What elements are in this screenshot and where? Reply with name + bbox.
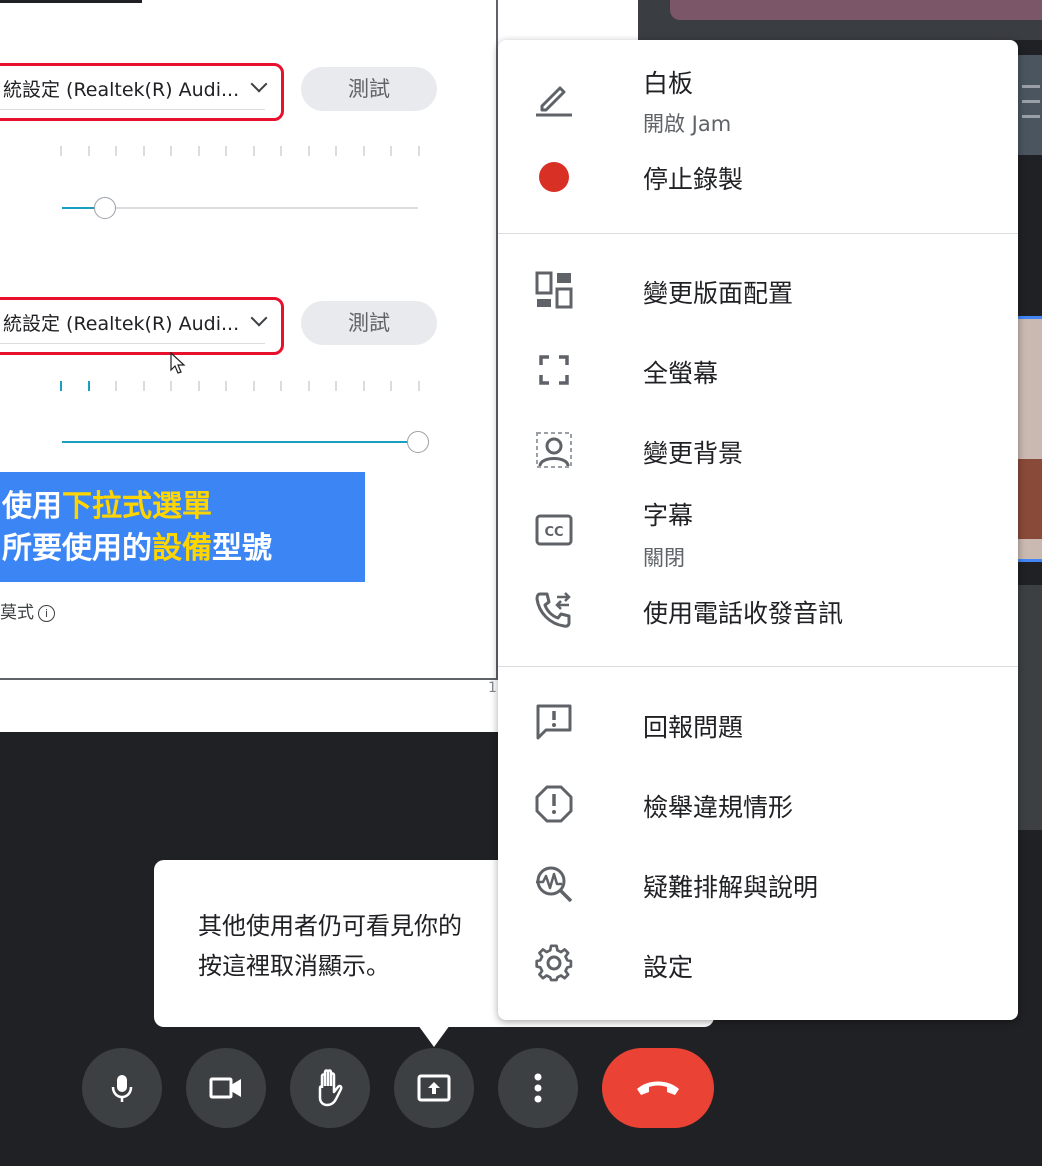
- menu-item-label: 檢舉違規情形: [643, 793, 794, 822]
- microphone-button[interactable]: [82, 1048, 162, 1128]
- participant-tile-top[interactable]: [638, 0, 1042, 40]
- banner-text: 使用: [2, 489, 62, 524]
- mode-label: 莫式 i: [0, 598, 55, 623]
- menu-item-report-abuse[interactable]: 檢舉違規情形: [498, 774, 1018, 836]
- microphone-icon: [111, 1075, 133, 1102]
- microphone-select-highlight: 統設定 (Realtek(R) Audi...: [0, 63, 284, 121]
- troubleshoot-icon: [534, 864, 574, 904]
- menu-item-change-background[interactable]: 變更背景: [498, 420, 1018, 482]
- svg-text:CC: CC: [544, 525, 563, 540]
- menu-item-report-problem[interactable]: 回報問題: [498, 694, 1018, 756]
- fullscreen-icon: [534, 350, 574, 390]
- window-top-bar: [0, 0, 142, 3]
- menu-item-sublabel: 開啟 Jam: [643, 112, 732, 136]
- menu-item-label: 變更背景: [643, 439, 744, 468]
- microphone-select-value: 統設定 (Realtek(R) Audi...: [3, 79, 240, 101]
- banner-highlight: 設備: [152, 531, 212, 566]
- microphone-volume-slider[interactable]: [93, 197, 116, 219]
- speaker-test-button[interactable]: 測試: [301, 301, 437, 345]
- menu-item-phone-audio[interactable]: 使用電話收發音訊: [498, 584, 1018, 646]
- menu-item-stop-recording[interactable]: 停止錄製: [498, 152, 1018, 212]
- banner-text: 型號: [212, 531, 272, 566]
- menu-item-settings[interactable]: 設定: [498, 934, 1018, 996]
- microphone-select[interactable]: 統設定 (Realtek(R) Audi...: [0, 70, 265, 110]
- gear-icon: [534, 944, 574, 984]
- menu-item-label: 白板: [643, 69, 694, 98]
- menu-item-whiteboard[interactable]: 白板 開啟 Jam: [498, 58, 1018, 148]
- tooltip-line: 其他使用者仍可看見你的: [198, 912, 462, 940]
- leave-call-button[interactable]: [602, 1048, 714, 1128]
- menu-item-label: 字幕: [643, 501, 694, 530]
- tooltip-arrow: [418, 1025, 450, 1047]
- info-icon[interactable]: i: [38, 605, 55, 622]
- tooltip-text: 其他使用者仍可看見你的 按這裡取消顯示。: [198, 906, 462, 986]
- mode-label-text: 莫式: [0, 603, 34, 623]
- speaker-select[interactable]: 統設定 (Realtek(R) Audi...: [0, 304, 265, 344]
- more-options-menu: 白板 開啟 Jam 停止錄製 變更版面配置 全螢幕 變更背景 CC 字幕 關閉 …: [498, 40, 1018, 1020]
- more-vert-icon: [534, 1073, 542, 1103]
- banner-text: 所要使用的: [2, 531, 152, 566]
- layout-icon: [534, 270, 574, 310]
- video-camera-icon: [209, 1077, 241, 1099]
- speaker-volume-slider[interactable]: [407, 431, 429, 453]
- present-screen-button[interactable]: [394, 1048, 474, 1128]
- menu-divider: [498, 666, 1018, 667]
- menu-item-change-layout[interactable]: 變更版面配置: [498, 262, 1018, 324]
- participant-tile-screen[interactable]: [1018, 55, 1042, 155]
- menu-item-label: 停止錄製: [643, 165, 744, 194]
- participant-tile-empty[interactable]: [1018, 585, 1042, 830]
- menu-item-fullscreen[interactable]: 全螢幕: [498, 340, 1018, 402]
- shared-window: 統設定 (Realtek(R) Audi... 測試 統設定 (Realtek(…: [0, 0, 498, 680]
- menu-item-label: 疑難排解與說明: [643, 873, 819, 902]
- menu-item-captions[interactable]: CC 字幕 關閉: [498, 496, 1018, 586]
- background-icon: [534, 430, 574, 470]
- menu-item-sublabel: 關閉: [643, 546, 685, 570]
- more-options-button[interactable]: [498, 1048, 578, 1128]
- speaker-select-highlight: 統設定 (Realtek(R) Audi...: [0, 297, 284, 355]
- page-number: 1: [488, 680, 497, 696]
- tooltip-line: 按這裡取消顯示。: [198, 952, 390, 980]
- present-screen-icon: [417, 1074, 451, 1102]
- phone-audio-icon: [534, 590, 574, 630]
- record-dot-icon: [534, 157, 574, 197]
- microphone-test-button[interactable]: 測試: [301, 67, 437, 111]
- menu-item-label: 設定: [643, 953, 694, 982]
- camera-button[interactable]: [186, 1048, 266, 1128]
- menu-divider: [498, 233, 1018, 234]
- speaker-level-meter: [60, 381, 420, 393]
- participant-tile-camera[interactable]: [1018, 316, 1042, 562]
- report-abuse-icon: [534, 784, 574, 824]
- microphone-level-meter: [60, 146, 420, 158]
- menu-item-label: 使用電話收發音訊: [643, 599, 844, 628]
- hang-up-icon: [637, 1081, 679, 1095]
- hand-icon: [318, 1069, 343, 1107]
- speaker-volume-fill: [62, 441, 418, 443]
- menu-item-label: 全螢幕: [643, 359, 719, 388]
- captions-icon: CC: [534, 510, 574, 550]
- pencil-icon: [534, 78, 574, 118]
- banner-highlight: 下拉式選單: [62, 489, 212, 524]
- speaker-select-value: 統設定 (Realtek(R) Audi...: [3, 313, 240, 335]
- feedback-icon: [534, 702, 574, 742]
- raise-hand-button[interactable]: [290, 1048, 370, 1128]
- instruction-banner: 使用下拉式選單 所要使用的設備型號: [0, 472, 365, 582]
- mouse-cursor-icon: [170, 352, 186, 374]
- menu-item-troubleshoot[interactable]: 疑難排解與說明: [498, 854, 1018, 916]
- menu-item-label: 變更版面配置: [643, 279, 794, 308]
- menu-item-label: 回報問題: [643, 713, 744, 742]
